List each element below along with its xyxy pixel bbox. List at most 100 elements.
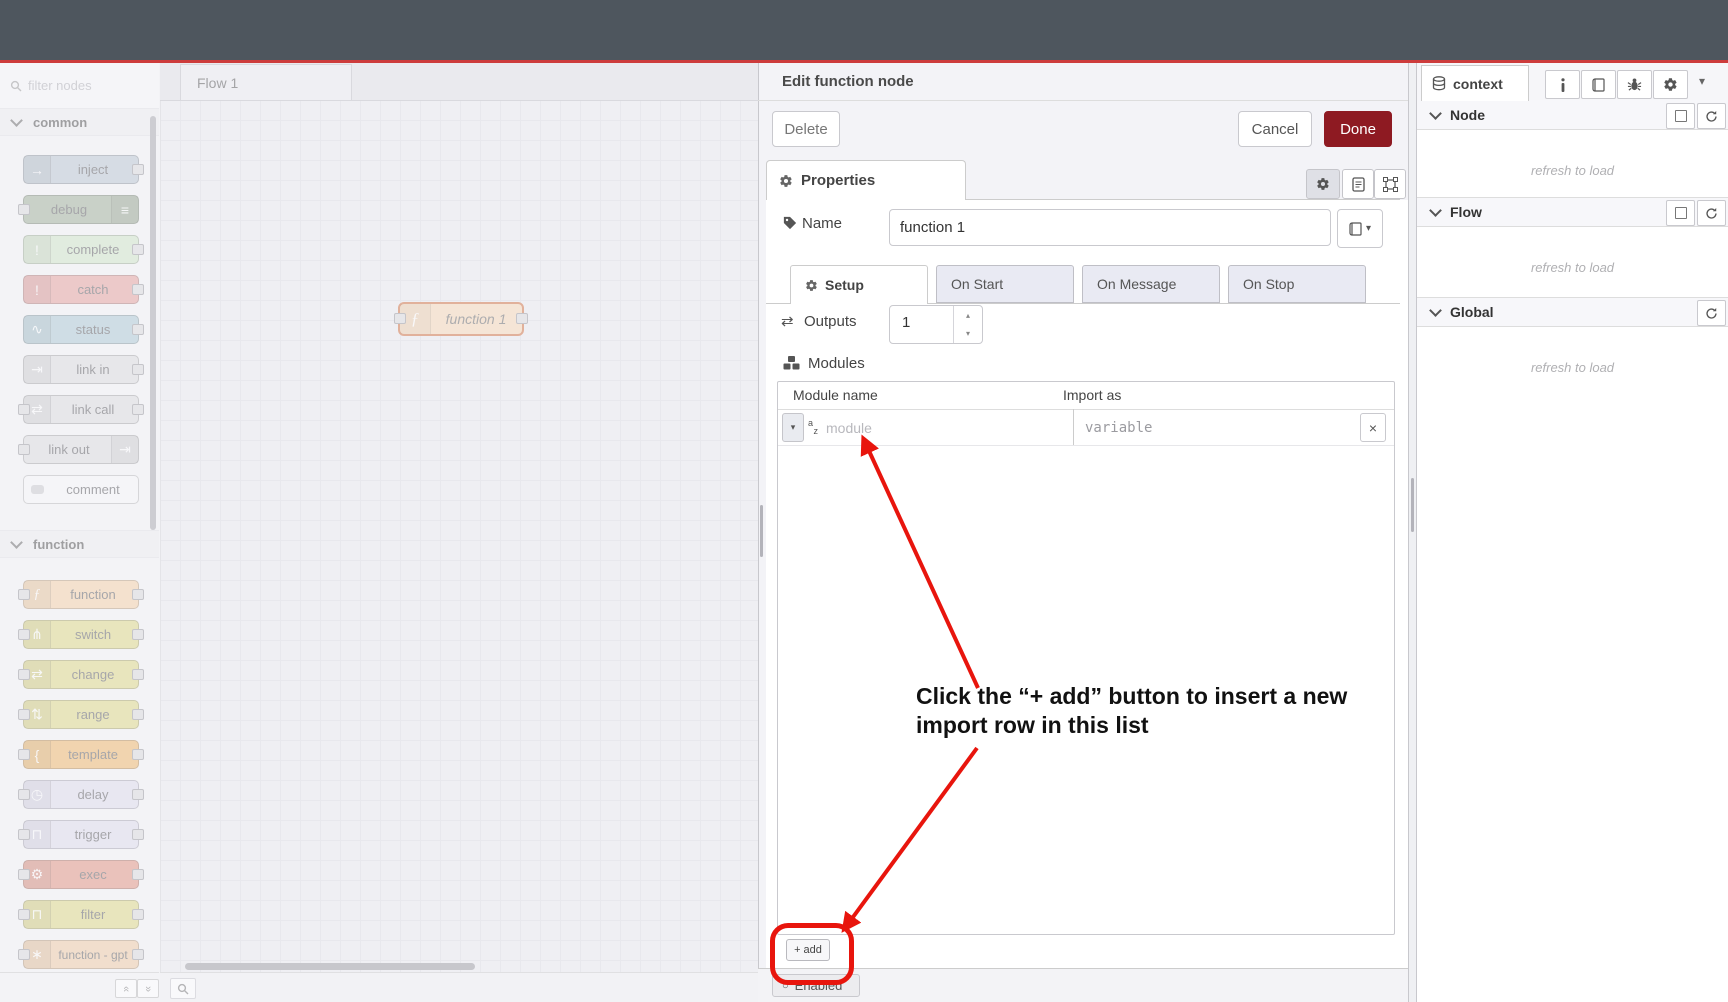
palette-node-complete[interactable]: ! complete [23, 235, 139, 264]
tab-on-start[interactable]: On Start [936, 265, 1074, 303]
palette-node-delay[interactable]: ◷ delay [23, 780, 139, 809]
database-icon [1432, 76, 1446, 91]
chevron-down-icon [1429, 304, 1442, 317]
flow-context-select-button[interactable] [1666, 200, 1695, 226]
name-history-button[interactable]: ▾ [1337, 209, 1383, 248]
palette-node-comment[interactable]: comment [23, 475, 139, 504]
sidebar-resize-handle[interactable] [1411, 478, 1414, 532]
input-port [18, 669, 30, 680]
module-type-dropdown-button[interactable]: ▾ [782, 413, 804, 442]
palette-node-function-gpt[interactable]: ∗ function - gpt [23, 940, 139, 969]
dialog-title: Edit function node [758, 63, 1408, 101]
cancel-button[interactable]: Cancel [1238, 111, 1312, 147]
remove-row-button[interactable]: × [1360, 413, 1386, 442]
module-name-input[interactable] [824, 412, 1068, 443]
module-row: ▾ a z × [778, 409, 1394, 446]
gear-icon [779, 174, 793, 188]
spinner-up-icon[interactable]: ▴ [954, 306, 982, 325]
help-tab-button[interactable] [1581, 70, 1616, 99]
tab-on-stop[interactable]: On Stop [1228, 265, 1366, 303]
palette-node-link-out[interactable]: ⇥ link out [23, 435, 139, 464]
info-icon [1560, 78, 1566, 92]
input-port [18, 629, 30, 640]
palette-node-trigger[interactable]: ⊓ trigger [23, 820, 139, 849]
gear-icon [1663, 77, 1678, 92]
node-appearance-button[interactable] [1374, 169, 1406, 199]
output-port [132, 669, 144, 680]
canvas-horizontal-scrollbar[interactable] [185, 963, 475, 970]
output-port [132, 364, 144, 375]
output-port [132, 709, 144, 720]
tray-resize-handle[interactable] [760, 505, 763, 557]
tab-setup[interactable]: Setup [790, 265, 928, 304]
done-button[interactable]: Done [1324, 111, 1392, 147]
enabled-toggle-button[interactable]: ○ Enabled [772, 974, 860, 997]
tab-properties[interactable]: Properties [766, 160, 966, 200]
outputs-stepper[interactable]: 1 ▴ ▾ [889, 305, 983, 344]
palette-node-exec[interactable]: ⚙ exec [23, 860, 139, 889]
outputs-label: Outputs [804, 313, 857, 330]
book-icon [1349, 222, 1362, 236]
info-tab-button[interactable] [1545, 70, 1580, 99]
output-port [132, 829, 144, 840]
context-global-hint: refresh to load [1417, 360, 1728, 375]
palette-node-debug[interactable]: ≡ debug [23, 195, 139, 224]
flow-context-refresh-button[interactable] [1697, 200, 1726, 226]
expand-all-button[interactable]: » [137, 979, 159, 998]
canvas-grid[interactable] [160, 100, 758, 972]
delete-button[interactable]: Delete [772, 111, 840, 147]
palette-search[interactable]: filter nodes [0, 63, 159, 109]
spinner-buttons[interactable]: ▴ ▾ [953, 306, 982, 343]
outputs-value: 1 [902, 314, 910, 331]
sidebar-separator[interactable] [1408, 63, 1417, 1002]
input-port [18, 789, 30, 800]
palette-node-filter[interactable]: ⊓ filter [23, 900, 139, 929]
refresh-icon [1705, 307, 1718, 320]
palette-node-function[interactable]: ƒ function [23, 580, 139, 609]
node-description-button[interactable] [1342, 169, 1374, 199]
node-context-select-button[interactable] [1666, 103, 1695, 129]
canvas-node-function-1[interactable]: ƒ function 1 [398, 302, 524, 336]
add-import-row-button[interactable]: + add [786, 939, 830, 961]
output-port [132, 244, 144, 255]
document-icon [1352, 177, 1365, 192]
config-tab-button[interactable] [1653, 70, 1688, 99]
palette-node-link-in[interactable]: ⇥ link in [23, 355, 139, 384]
palette-scrollbar[interactable] [150, 116, 156, 530]
palette-node-status[interactable]: ∿ status [23, 315, 139, 344]
name-input[interactable] [889, 209, 1331, 246]
output-port [132, 404, 144, 415]
palette-node-inject[interactable]: → inject [23, 155, 139, 184]
palette-category-function[interactable]: function [0, 530, 159, 558]
output-port [132, 789, 144, 800]
tab-on-message[interactable]: On Message [1082, 265, 1220, 303]
context-node-hint: refresh to load [1417, 163, 1728, 178]
context-section-global[interactable]: Global [1417, 297, 1728, 327]
palette-category-common[interactable]: common [0, 108, 159, 136]
debug-tab-button[interactable] [1617, 70, 1652, 99]
global-context-refresh-button[interactable] [1697, 300, 1726, 326]
output-port [132, 164, 144, 175]
palette-node-catch[interactable]: ! catch [23, 275, 139, 304]
palette-node-switch[interactable]: ⋔ switch [23, 620, 139, 649]
output-port [132, 284, 144, 295]
node-context-refresh-button[interactable] [1697, 103, 1726, 129]
palette-node-template[interactable]: { template [23, 740, 139, 769]
palette-node-range[interactable]: ⇅ range [23, 700, 139, 729]
collapse-all-button[interactable]: « [115, 979, 137, 998]
search-icon [177, 983, 189, 995]
palette-node-link-call[interactable]: ⇄ link call [23, 395, 139, 424]
tab-flow-1[interactable]: Flow 1 [180, 64, 352, 100]
tab-context[interactable]: context [1421, 65, 1529, 101]
gear-icon [805, 279, 818, 292]
spinner-down-icon[interactable]: ▾ [954, 325, 982, 344]
refresh-icon [1705, 110, 1718, 123]
import-as-input[interactable] [1083, 412, 1337, 443]
input-port[interactable] [394, 313, 406, 324]
canvas-search-button[interactable] [170, 978, 196, 999]
sidebar-menu-caret-icon[interactable]: ▾ [1699, 74, 1705, 88]
output-port[interactable] [516, 313, 528, 324]
node-properties-view-button[interactable] [1306, 169, 1340, 199]
palette-node-change[interactable]: ⇄ change [23, 660, 139, 689]
output-port [132, 949, 144, 960]
